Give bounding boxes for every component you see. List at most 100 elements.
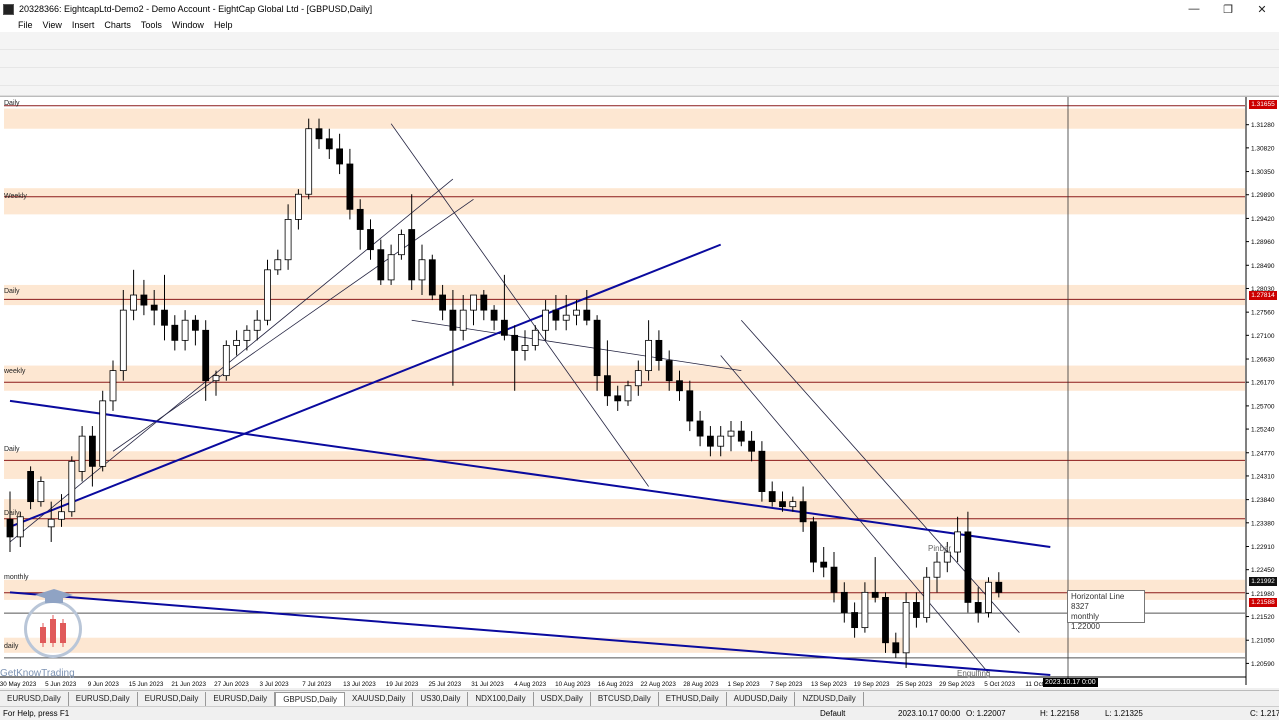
candle [562, 314, 570, 321]
watermark-circle [24, 600, 82, 658]
toolbar-row-objects[interactable] [0, 68, 1279, 86]
tab-eurusd-daily-4[interactable]: EURUSD,Daily [206, 691, 276, 706]
candle [6, 518, 14, 538]
candle [768, 491, 776, 503]
restore-button[interactable]: ❐ [1211, 0, 1245, 18]
menu-view[interactable]: View [38, 20, 67, 30]
graduation-cap-icon [35, 589, 73, 603]
time-axis-label: 28 Aug 2023 [683, 681, 719, 688]
candle [449, 309, 457, 331]
pinbar-annotation[interactable]: Pinbar [928, 544, 951, 553]
engulfing-annotation[interactable]: Engulfing [957, 669, 990, 678]
candle [150, 304, 158, 311]
price-axis-label: 1.31280 [1251, 122, 1275, 129]
candle [274, 259, 282, 271]
time-axis-label: 13 Jul 2023 [343, 681, 376, 688]
price-axis-label: 1.28960 [1251, 239, 1275, 246]
tab-xauusd-daily[interactable]: XAUUSD,Daily [345, 691, 414, 706]
candle [346, 163, 354, 210]
candle [325, 138, 333, 150]
price-axis-label: 1.21050 [1251, 638, 1275, 645]
time-axis-label: 29 Sep 2023 [939, 681, 975, 688]
candle [779, 501, 786, 508]
candle [696, 420, 704, 437]
time-axis-label: 7 Jul 2023 [302, 681, 332, 688]
candle [964, 531, 972, 603]
menu-insert[interactable]: Insert [67, 20, 100, 30]
tab-btcusd-daily[interactable]: BTCUSD,Daily [591, 691, 659, 706]
menu-tools[interactable]: Tools [136, 20, 167, 30]
close-button[interactable]: ✕ [1245, 0, 1279, 18]
sr-zone [4, 108, 1245, 129]
candle [181, 319, 189, 341]
time-axis-label: 25 Sep 2023 [896, 681, 932, 688]
time-axis-label: 7 Sep 2023 [770, 681, 803, 688]
tab-audusd-daily[interactable]: AUDUSD,Daily [727, 691, 796, 706]
title-bar: 20328366: EightcapLtd-Demo2 - Demo Accou… [0, 0, 1279, 18]
candle [408, 229, 416, 281]
menu-bar: File View Insert Charts Tools Window Hel… [0, 18, 1279, 32]
tab-gbpusd-daily[interactable]: GBPUSD,Daily [275, 691, 345, 706]
candle [490, 309, 498, 321]
level-label-daily-4: Daily [4, 510, 20, 517]
candle [377, 249, 385, 281]
chart-tabs: EURUSD,Daily EURUSD,Daily EURUSD,Daily E… [0, 690, 1279, 706]
candle [212, 375, 220, 382]
candle [428, 259, 436, 296]
tab-nzdusd-daily[interactable]: NZDUSD,Daily [795, 691, 864, 706]
menu-file[interactable]: File [0, 20, 38, 30]
tab-ethusd-daily[interactable]: ETHUSD,Daily [659, 691, 727, 706]
candle [758, 450, 766, 492]
price-axis-label: 1.29420 [1251, 216, 1275, 223]
minimize-button[interactable]: — [1177, 0, 1211, 18]
price-axis-label: 1.23840 [1251, 497, 1275, 504]
candle [140, 294, 148, 306]
toolbar-row-standard[interactable] [0, 32, 1279, 50]
candle [511, 334, 519, 351]
window-title: 20328366: EightcapLtd-Demo2 - Demo Accou… [19, 4, 373, 14]
tooltip-line-price: 1.22000 [1071, 622, 1100, 631]
price-tag-bid: 1.21992 [1249, 577, 1277, 586]
price-axis-label: 1.26630 [1251, 357, 1275, 364]
candle [820, 561, 828, 568]
tab-eurusd-daily-3[interactable]: EURUSD,Daily [138, 691, 207, 706]
candle [367, 229, 374, 251]
candle [871, 591, 879, 598]
toolbar-row-charts[interactable] [0, 50, 1279, 68]
candle [305, 128, 313, 195]
candle [974, 602, 982, 613]
level-label-daily-5: daily [4, 643, 19, 650]
status-profile[interactable]: Default [820, 709, 845, 718]
menu-window[interactable]: Window [167, 20, 209, 30]
tab-ndx100-daily[interactable]: NDX100,Daily [468, 691, 534, 706]
candle [717, 435, 725, 447]
time-axis-label: 21 Jun 2023 [171, 681, 206, 688]
sr-zone [4, 579, 1245, 600]
sr-zone [4, 637, 1245, 653]
candle [583, 309, 591, 321]
candle [727, 430, 735, 437]
candle [861, 591, 869, 629]
candle [459, 309, 467, 331]
menu-help[interactable]: Help [209, 20, 238, 30]
candle [892, 642, 900, 654]
price-axis-label: 1.22450 [1251, 567, 1275, 574]
sr-zone [4, 188, 1245, 215]
tab-usdx-daily[interactable]: USDX,Daily [534, 691, 591, 706]
watermark-text: GetKnowTrading [0, 668, 75, 679]
tab-eurusd-daily-2[interactable]: EURUSD,Daily [69, 691, 138, 706]
candle [954, 531, 961, 553]
candle [336, 148, 344, 165]
candle [542, 309, 549, 331]
app-icon [3, 3, 14, 15]
tab-us30-daily[interactable]: US30,Daily [413, 691, 469, 706]
candle [99, 400, 107, 467]
candle [130, 294, 138, 311]
candle [573, 309, 580, 316]
candle [58, 511, 65, 520]
menu-charts[interactable]: Charts [99, 20, 136, 30]
status-bar: For Help, press F1 Default 2023.10.17 00… [0, 706, 1279, 720]
bar-chart-icon [40, 615, 66, 647]
candle [315, 128, 323, 140]
tab-eurusd-daily-1[interactable]: EURUSD,Daily [0, 691, 69, 706]
